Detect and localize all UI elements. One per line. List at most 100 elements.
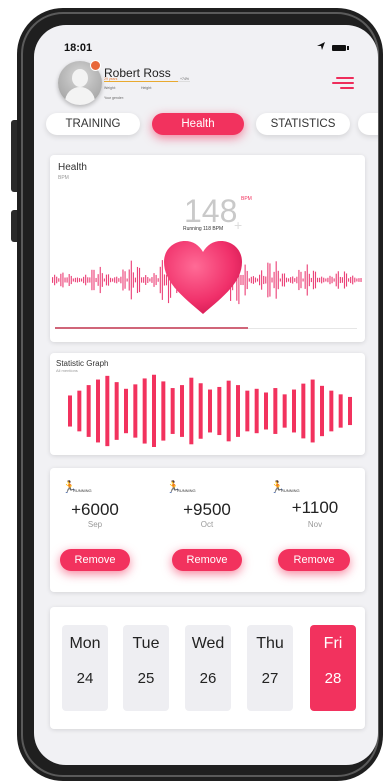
profile-gender: Your gender:	[104, 96, 124, 100]
day-name: Tue	[132, 635, 160, 652]
waveform-bar	[138, 267, 141, 293]
remove-button-oct[interactable]: Remove	[172, 549, 242, 571]
waveform-bar	[89, 277, 91, 283]
stat-bar	[133, 384, 138, 438]
waveform-bar	[316, 277, 319, 283]
running-month: Oct	[200, 520, 214, 529]
waveform-bar	[319, 277, 321, 283]
waveform-bar	[60, 273, 62, 287]
waveform-bar	[343, 271, 346, 289]
tab-next[interactable]	[358, 113, 378, 135]
waveform-bar	[287, 278, 290, 282]
waveform-bar	[273, 271, 275, 289]
waveform-bar	[277, 270, 279, 290]
stat-bar	[105, 375, 110, 447]
waveform-bar	[281, 273, 283, 287]
day-fri[interactable]: Fri 28	[310, 625, 356, 711]
running-tag: RUNNING	[73, 488, 92, 493]
waveform-bar	[327, 277, 329, 283]
stat-bar	[180, 385, 184, 437]
waveform-bar	[337, 271, 339, 289]
battery-icon	[332, 45, 349, 51]
waveform-bar	[70, 275, 72, 285]
stat-bar	[245, 390, 250, 432]
stat-bar	[320, 385, 324, 437]
app-screen: 18:01 Robert Ross 29 years +74% Weight: …	[34, 25, 378, 765]
waveform-bar	[250, 276, 252, 284]
waveform-bar	[124, 271, 126, 289]
stat-bar	[198, 383, 203, 439]
waveform-bar	[128, 269, 130, 291]
notification-badge	[90, 60, 101, 71]
running-month: Sep	[87, 520, 103, 529]
waveform-bar	[56, 276, 58, 284]
day-date: 25	[137, 670, 155, 687]
waveform-bar	[310, 277, 312, 283]
profile-percent: +74%	[180, 77, 190, 81]
waveform-bar	[107, 274, 110, 286]
waveform-bar	[83, 276, 85, 284]
tab-statistics[interactable]: STATISTICS	[256, 113, 350, 135]
waveform-bar	[93, 269, 95, 291]
waveform-bar	[78, 278, 81, 282]
waveform-bar	[285, 277, 288, 283]
stat-bar	[114, 382, 119, 440]
tab-training[interactable]: TRAINING	[46, 113, 140, 135]
waveform-bar	[66, 277, 68, 283]
health-progress-fill	[55, 327, 248, 329]
waveform-bar	[279, 278, 281, 282]
day-date: 24	[76, 670, 94, 687]
waveform-bar	[333, 278, 335, 282]
waveform-bar	[244, 264, 246, 296]
stat-bar	[236, 385, 240, 437]
waveform-bar	[85, 274, 87, 286]
day-tue[interactable]: Tue 25	[123, 625, 169, 711]
status-time: 18:01	[64, 42, 93, 54]
stat-bar	[282, 394, 287, 428]
waveform-bar	[360, 278, 362, 282]
bpm-value: 148	[184, 193, 238, 229]
day-name: Mon	[69, 635, 101, 652]
remove-button-nov[interactable]: Remove	[278, 549, 350, 571]
waveform-bar	[157, 278, 159, 282]
running-card: 🏃 RUNNING +6000 Sep Remove 🏃 RUNNING +95…	[50, 468, 365, 592]
waveform-bar	[296, 276, 298, 284]
waveform-bar	[99, 266, 101, 294]
waveform-bar	[52, 277, 54, 283]
day-mon[interactable]: Mon 24	[62, 625, 108, 711]
waveform-bar	[325, 278, 327, 282]
waveform-bar	[314, 271, 317, 289]
profile-height: Height:	[141, 86, 153, 90]
waveform-bar	[290, 277, 292, 283]
waveform-bar	[358, 278, 360, 282]
stat-bar	[124, 388, 128, 434]
stat-bar	[142, 378, 147, 444]
waveform-bar	[74, 277, 76, 283]
waveform-bar	[155, 274, 157, 286]
waveform-bar	[145, 275, 147, 285]
waveform-bar	[283, 273, 286, 287]
menu-icon[interactable]	[332, 77, 354, 89]
waveform-bar	[151, 277, 153, 283]
stat-bar	[189, 377, 194, 445]
day-name: Fri	[323, 635, 343, 652]
waveform-bar	[304, 271, 306, 289]
waveform-bar	[120, 276, 122, 284]
stat-bar	[254, 388, 259, 434]
stat-bar	[301, 383, 306, 439]
waveform-bar	[269, 263, 271, 297]
waveform-bar	[259, 274, 261, 286]
waveform-bar	[95, 277, 97, 283]
day-thu[interactable]: Thu 27	[247, 625, 293, 711]
waveform-bar	[308, 273, 310, 287]
avatar-body	[65, 87, 95, 105]
waveform-bar	[132, 272, 134, 288]
day-wed[interactable]: Wed 26	[185, 625, 231, 711]
waveform-bar	[354, 277, 356, 283]
waveform-bar	[153, 273, 155, 287]
tab-health[interactable]: Health	[152, 113, 244, 135]
stat-bar	[348, 396, 352, 426]
running-item-oct: 🏃 RUNNING +9500 Oct Remove	[156, 468, 256, 592]
waveform-bar	[103, 278, 105, 282]
remove-button-sep[interactable]: Remove	[60, 549, 130, 571]
